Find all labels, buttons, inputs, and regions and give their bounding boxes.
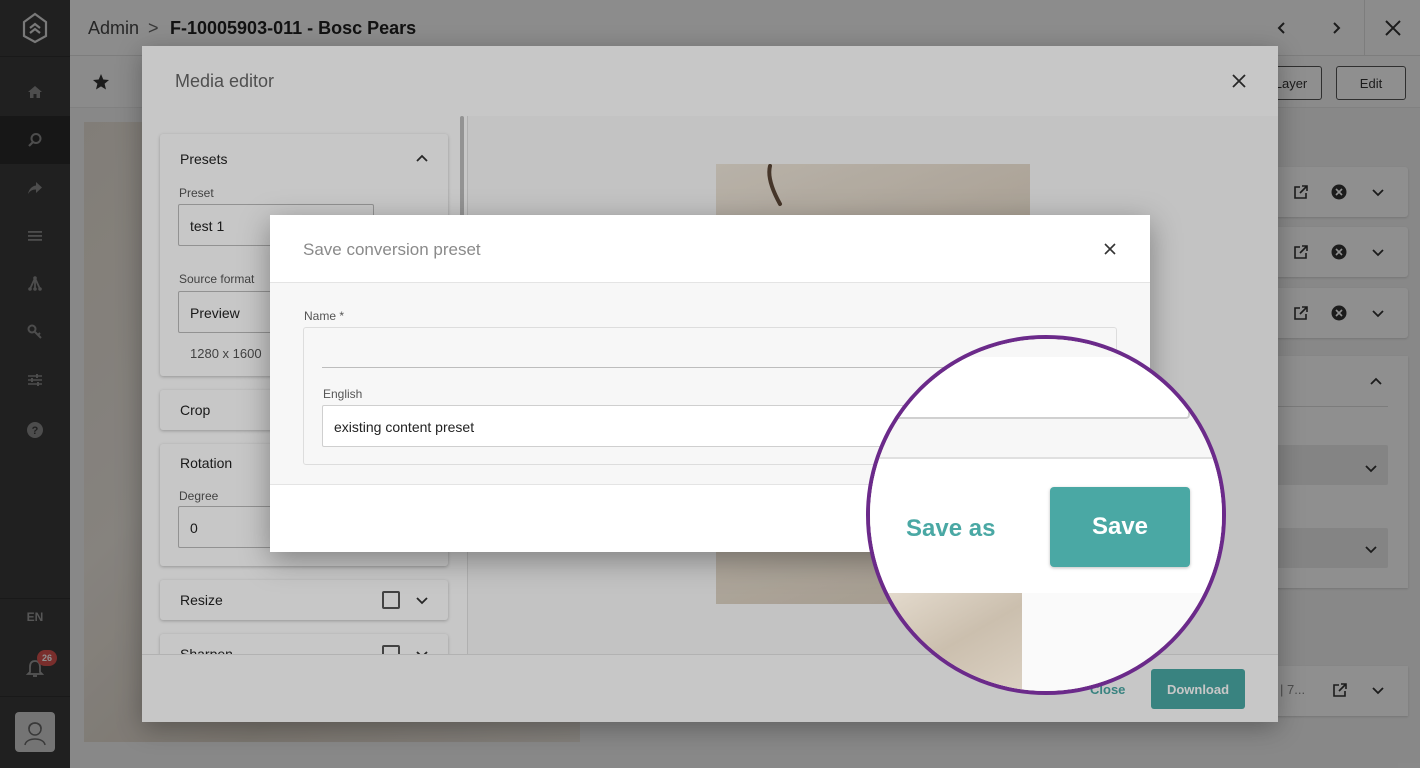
close-dialog-button[interactable] — [1100, 239, 1120, 259]
magnifier-callout: Save as Save — [866, 335, 1226, 695]
save-button[interactable]: Save — [1050, 487, 1190, 567]
magnified-pear-image — [870, 593, 1022, 691]
magnified-english-input — [870, 357, 1190, 419]
magnified-dialog-body — [870, 339, 1222, 457]
name-label: Name * — [304, 309, 345, 323]
close-icon — [1104, 243, 1116, 255]
dialog-title: Save conversion preset — [303, 240, 481, 259]
magnified-dialog-footer: Save as Save — [870, 457, 1222, 593]
save-button-label: Save — [1091, 513, 1149, 540]
dialog-header: Save conversion preset — [270, 215, 1150, 283]
magnified-preview-area — [1022, 593, 1222, 691]
english-label: English — [323, 387, 363, 401]
save-as-button[interactable]: Save as — [906, 515, 995, 543]
english-name-value: existing content preset — [334, 419, 475, 435]
